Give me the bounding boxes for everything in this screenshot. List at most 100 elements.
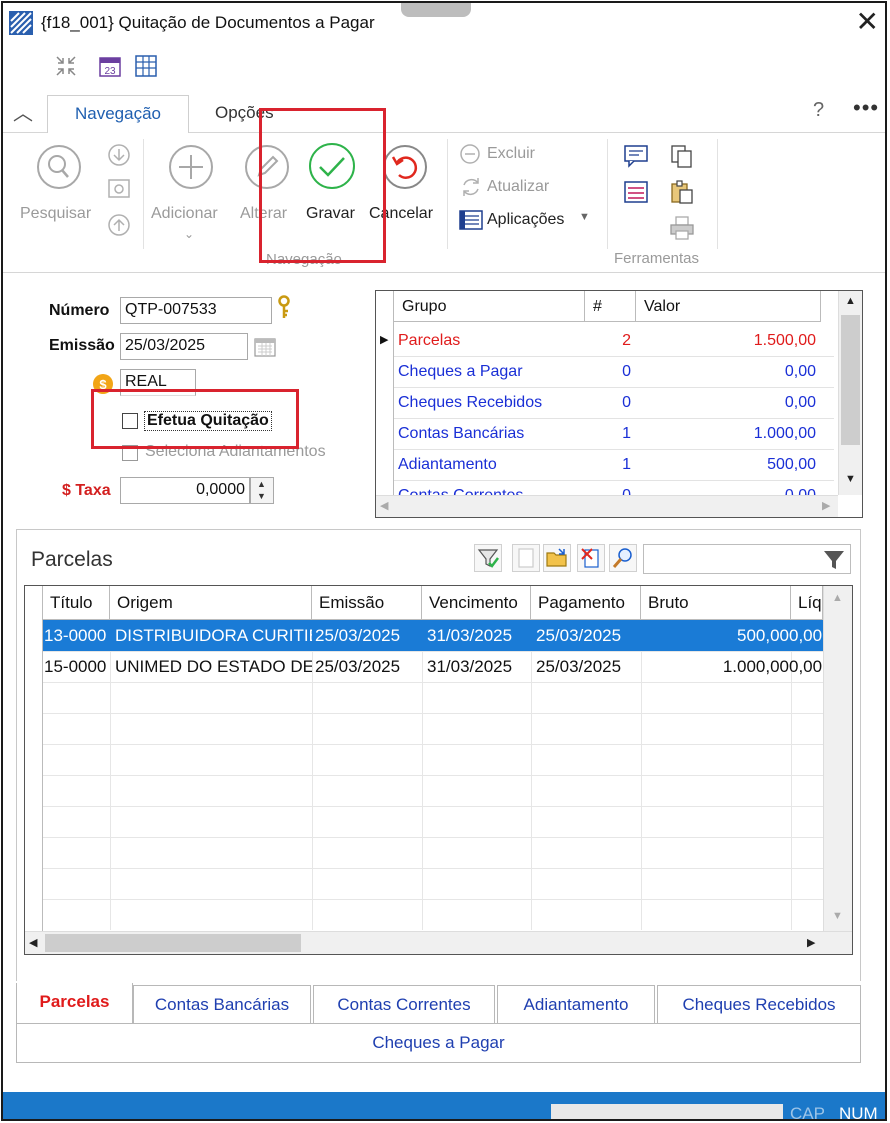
column-header-pagamento[interactable]: Pagamento — [531, 586, 641, 620]
taxa-field[interactable]: 0,0000 — [120, 477, 250, 504]
scroll-down-icon[interactable]: ▼ — [832, 910, 843, 922]
group-row-valor[interactable]: 500,00 — [636, 449, 816, 480]
group-row-grupo[interactable]: Cheques a Pagar — [398, 356, 583, 387]
emissao-field[interactable]: 25/03/2025 — [120, 333, 248, 360]
vertical-scrollbar[interactable]: ▲ ▼ — [838, 291, 862, 495]
group-row-grupo[interactable]: Parcelas — [398, 325, 583, 356]
tab-contas-correntes[interactable]: Contas Correntes — [313, 985, 495, 1025]
grid-search-input[interactable] — [643, 544, 851, 574]
filter-funnel-icon[interactable] — [474, 544, 502, 572]
column-header-bruto[interactable]: Bruto — [641, 586, 791, 620]
tab-contas-bancarias[interactable]: Contas Bancárias — [133, 985, 311, 1025]
atualizar-button[interactable]: Atualizar — [487, 178, 549, 196]
adicionar-dropdown-icon[interactable]: ⌄ — [184, 227, 194, 241]
close-icon[interactable]: ✕ — [856, 8, 879, 36]
cell-origem[interactable]: DISTRIBUIDORA CURITIBA — [110, 620, 312, 651]
column-header-emissao[interactable]: Emissão — [312, 586, 422, 620]
cell-titulo[interactable]: 13-0000 — [39, 620, 110, 651]
funnel-filter-icon[interactable] — [822, 548, 846, 572]
paste-icon[interactable] — [669, 179, 695, 205]
tab-adiantamento[interactable]: Adiantamento — [497, 985, 655, 1025]
column-header-titulo[interactable]: Título — [43, 586, 110, 620]
scroll-up-icon[interactable]: ▲ — [845, 295, 856, 307]
open-folder-icon[interactable] — [543, 544, 571, 572]
group-row-count[interactable]: 0 — [585, 480, 631, 496]
excluir-button[interactable]: Excluir — [487, 145, 535, 163]
column-header-valor[interactable]: Valor — [636, 291, 821, 322]
arrow-down-circle-icon[interactable] — [107, 143, 131, 167]
horizontal-scrollbar[interactable]: ◀ ▶ — [376, 495, 838, 517]
aplicacoes-button[interactable]: Aplicações — [487, 211, 564, 229]
more-options-icon[interactable]: ••• — [853, 95, 879, 121]
cell-emissao[interactable]: 25/03/2025 — [310, 620, 422, 651]
aplicacoes-dropdown-icon[interactable]: ▼ — [579, 211, 590, 223]
comment-icon[interactable] — [623, 143, 649, 169]
grid-calendar-icon[interactable] — [133, 53, 159, 79]
horizontal-scrollbar[interactable]: ◀ ▶ — [25, 931, 852, 954]
spin-down-icon[interactable]: ▼ — [257, 491, 266, 501]
date-picker-icon[interactable] — [254, 337, 276, 357]
group-row-valor[interactable]: 1.000,00 — [636, 418, 816, 449]
group-row-valor[interactable]: 0,00 — [636, 387, 816, 418]
form-list-icon[interactable] — [623, 179, 649, 205]
group-row-valor[interactable]: 0,00 — [636, 356, 816, 387]
copy-icon[interactable] — [669, 143, 695, 169]
scroll-thumb[interactable] — [45, 934, 301, 952]
group-row-count[interactable]: 2 — [585, 325, 631, 356]
adicionar-button[interactable]: Adicionar — [151, 205, 218, 223]
tab-parcelas[interactable]: Parcelas — [16, 983, 133, 1023]
printer-icon[interactable] — [669, 215, 695, 241]
column-header-grupo[interactable]: Grupo — [394, 291, 585, 322]
key-icon[interactable] — [277, 295, 291, 321]
column-header-origem[interactable]: Origem — [110, 586, 312, 620]
new-document-icon[interactable] — [512, 544, 540, 572]
scroll-down-icon[interactable]: ▼ — [845, 473, 856, 485]
cell-liquido[interactable]: 0,00 — [789, 651, 823, 682]
cell-pagamento[interactable]: 25/03/2025 — [531, 651, 641, 682]
scroll-right-icon[interactable]: ▶ — [822, 499, 830, 512]
search-window-icon[interactable] — [107, 177, 131, 201]
cell-pagamento[interactable]: 25/03/2025 — [531, 620, 641, 651]
numero-field[interactable]: QTP-007533 — [120, 297, 272, 324]
vertical-scrollbar[interactable]: ▲ ▼ — [823, 586, 852, 931]
cell-bruto[interactable]: 500,00 — [641, 620, 789, 651]
group-row-valor[interactable]: 0,00 — [636, 480, 816, 496]
delete-document-icon[interactable] — [577, 544, 605, 572]
tab-cheques-a-pagar[interactable]: Cheques a Pagar — [16, 1023, 861, 1063]
column-header-liquido[interactable]: Líq — [791, 586, 823, 620]
scroll-left-icon[interactable]: ◀ — [380, 499, 388, 512]
group-row-grupo[interactable]: Adiantamento — [398, 449, 583, 480]
group-row-valor[interactable]: 1.500,00 — [636, 325, 816, 356]
zoom-search-icon[interactable] — [609, 544, 637, 572]
cell-bruto[interactable]: 1.000,00 — [641, 651, 789, 682]
help-icon[interactable]: ? — [813, 99, 824, 122]
ribbon-collapse-icon[interactable]: ︿ — [13, 97, 33, 126]
cell-liquido[interactable]: 0,00 — [789, 620, 823, 651]
group-row-count[interactable]: 0 — [585, 387, 631, 418]
cell-vencimento[interactable]: 31/03/2025 — [422, 620, 531, 651]
tab-cheques-recebidos[interactable]: Cheques Recebidos — [657, 985, 861, 1025]
column-header-vencimento[interactable]: Vencimento — [422, 586, 531, 620]
cell-vencimento[interactable]: 31/03/2025 — [422, 651, 531, 682]
spin-up-icon[interactable]: ▲ — [257, 479, 266, 489]
arrow-up-circle-icon[interactable] — [107, 213, 131, 237]
scroll-right-icon[interactable]: ▶ — [807, 936, 815, 949]
calendar-icon[interactable]: 23 — [97, 53, 123, 79]
scroll-left-icon[interactable]: ◀ — [29, 936, 37, 949]
cell-titulo[interactable]: 15-0000 — [39, 651, 110, 682]
group-row-count[interactable]: 1 — [585, 418, 631, 449]
group-row-count[interactable]: 0 — [585, 356, 631, 387]
group-row-grupo[interactable]: Contas Bancárias — [398, 418, 583, 449]
column-header-count[interactable]: # — [585, 291, 636, 322]
tab-navegacao[interactable]: Navegação — [47, 95, 189, 134]
group-row-count[interactable]: 1 — [585, 449, 631, 480]
collapse-arrows-icon[interactable] — [53, 53, 79, 79]
scroll-up-icon[interactable]: ▲ — [832, 592, 843, 604]
cell-origem[interactable]: UNIMED DO ESTADO DE — [110, 651, 312, 682]
scroll-thumb[interactable] — [841, 315, 860, 445]
cell-emissao[interactable]: 25/03/2025 — [310, 651, 422, 682]
group-row-grupo[interactable]: Cheques Recebidos — [398, 387, 583, 418]
pesquisar-button[interactable]: Pesquisar — [20, 205, 91, 223]
group-row-grupo[interactable]: Contas Correntes — [398, 480, 583, 496]
taxa-spinner[interactable]: ▲ ▼ — [250, 477, 274, 504]
